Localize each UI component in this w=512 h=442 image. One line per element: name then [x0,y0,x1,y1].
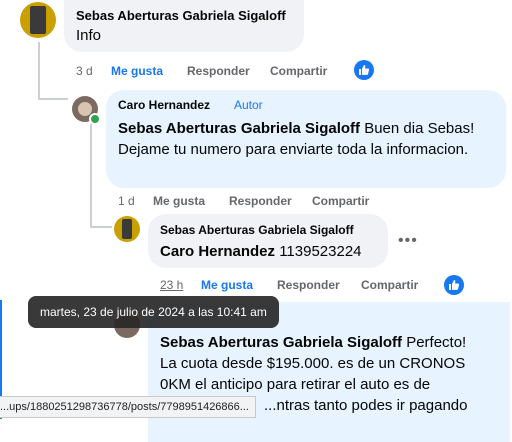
comment-text: Sebas Aberturas Gabriela Sigaloff Buen d… [118,118,502,160]
comment-author[interactable]: Sebas Aberturas Gabriela Sigaloff [160,223,354,237]
thread-line [38,42,40,100]
comment-time[interactable]: 23 h [160,278,183,292]
mention-link[interactable]: Sebas Aberturas Gabriela Sigaloff [160,334,402,351]
like-button[interactable]: Me gusta [153,194,205,208]
comment-bubble: Sebas Aberturas Gabriela Sigaloff Caro H… [148,214,388,268]
more-options-icon[interactable]: ••• [398,232,418,250]
author-badge: Autor [234,98,263,112]
thread-line-curve [90,226,112,228]
timestamp-tooltip: martes, 23 de julio de 2024 a las 10:41 … [28,296,279,328]
mention-link[interactable]: Caro Hernandez [160,243,275,260]
thread-line-curve [38,98,68,100]
share-button[interactable]: Compartir [312,194,369,208]
comment-time[interactable]: 3 d [76,64,93,78]
comment-body: La cuota desde $195.000. es de un CRONOS [160,355,466,372]
comment-author[interactable]: Sebas Aberturas Gabriela Sigaloff [76,8,286,23]
reply-button[interactable]: Responder [277,278,340,292]
avatar[interactable] [114,216,140,242]
comment-body: 1139523224 [275,243,362,260]
share-button[interactable]: Compartir [270,64,327,78]
reply-button[interactable]: Responder [229,194,292,208]
like-reaction-icon[interactable] [354,60,374,80]
comment-text: Info [76,27,102,44]
status-bar-url: ...ups/1880251298736778/posts/7798951426… [0,396,256,418]
comment-body: 0KM el anticipo para retirar el auto es … [160,376,431,393]
share-button[interactable]: Compartir [361,278,418,292]
avatar[interactable] [20,2,56,38]
comment-time[interactable]: 1 d [118,194,135,208]
comment-author[interactable]: Caro Hernandez [118,98,210,112]
reply-button[interactable]: Responder [187,64,250,78]
comment-body: Perfecto! [402,334,467,351]
comment-bubble: Caro Hernandez Autor Sebas Aberturas Gab… [106,90,506,188]
like-reaction-icon[interactable] [444,275,464,295]
comment-bubble: Sebas Aberturas Gabriela Sigaloff Info [64,0,304,52]
like-button[interactable]: Me gusta [111,64,163,78]
like-button[interactable]: Me gusta [201,278,253,292]
comment-text: Caro Hernandez 1139523224 [160,241,362,262]
thread-line [90,124,92,228]
mention-link[interactable]: Sebas Aberturas Gabriela Sigaloff [118,120,360,137]
online-status-dot [89,113,101,125]
